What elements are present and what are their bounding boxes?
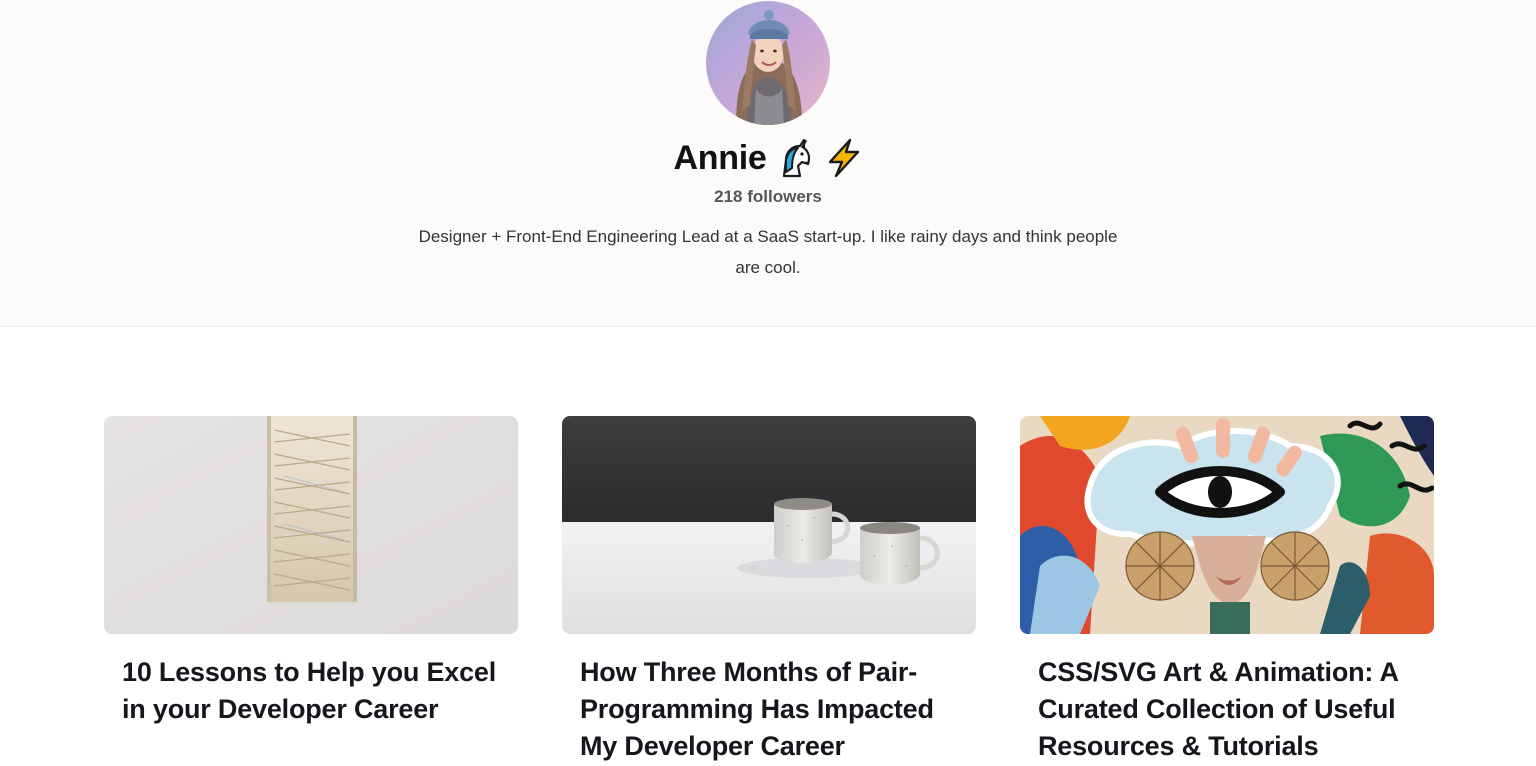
- post-card[interactable]: 10 Lessons to Help you Excel in your Dev…: [104, 416, 518, 728]
- profile-header: Annie 218 followers Designer + Front-End…: [0, 0, 1536, 327]
- unicorn-icon: [776, 138, 814, 178]
- post-title[interactable]: 10 Lessons to Help you Excel in your Dev…: [104, 654, 518, 728]
- post-card[interactable]: How Three Months of Pair-Programming Has…: [562, 416, 976, 765]
- post-image-colorful-mural[interactable]: [1020, 416, 1434, 634]
- post-title[interactable]: How Three Months of Pair-Programming Has…: [562, 654, 976, 765]
- lightning-icon: [824, 138, 862, 178]
- profile-name: Annie: [673, 138, 767, 177]
- post-card[interactable]: CSS/SVG Art & Animation: A Curated Colle…: [1020, 416, 1434, 765]
- name-row: Annie: [0, 136, 1536, 180]
- post-image-coffee-mugs[interactable]: [562, 416, 976, 634]
- post-title[interactable]: CSS/SVG Art & Animation: A Curated Colle…: [1020, 654, 1434, 765]
- followers-count[interactable]: 218 followers: [0, 187, 1536, 207]
- avatar[interactable]: [706, 1, 830, 125]
- post-image-staircase[interactable]: [104, 416, 518, 634]
- profile-bio: Designer + Front-End Engineering Lead at…: [418, 227, 1118, 277]
